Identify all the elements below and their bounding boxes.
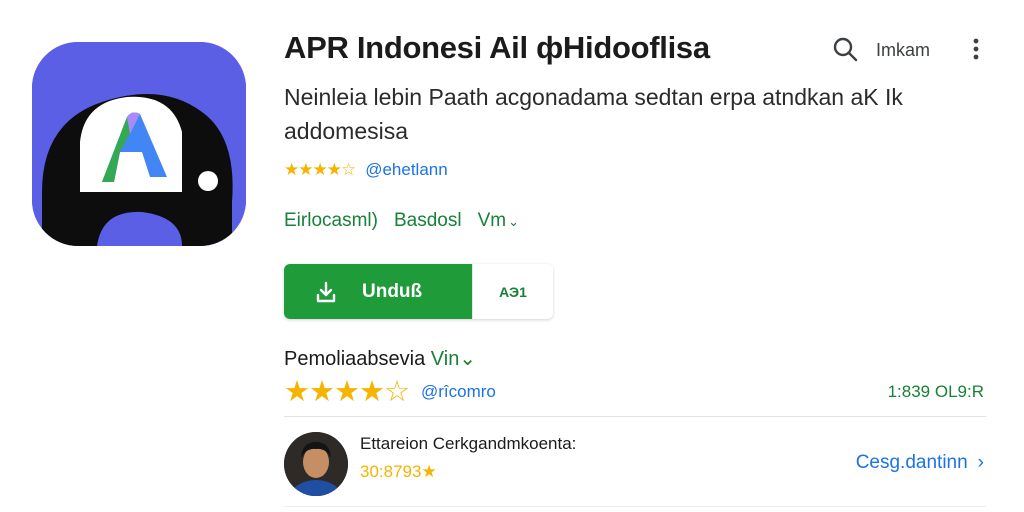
more-vert-icon[interactable] [966, 36, 986, 62]
ratings-title-text: Pemoliaabsevia [284, 348, 426, 370]
version-dropdown[interactable]: Vm ⌄ [478, 210, 519, 232]
developer-row: ★★★★☆ @ehetlann [284, 160, 448, 180]
install-button[interactable]: Unduß [284, 264, 472, 319]
review-title: Ettareion Cerkgandmkoenta: [360, 434, 577, 453]
section-divider [284, 416, 986, 417]
ratings-version-dropdown[interactable]: Vin⌄ [431, 348, 476, 370]
reviewer-avatar[interactable] [284, 432, 348, 496]
review-score: 30:8793★ [360, 462, 437, 481]
app-title: APR Indonesi Ail фHidooflisa [284, 30, 710, 65]
secondary-action-button[interactable]: AЭ1 [472, 264, 553, 319]
see-details-link[interactable]: Cesg.dantinn › [856, 452, 984, 474]
install-button-group: Unduß AЭ1 [284, 264, 553, 319]
install-label: Unduß [362, 280, 423, 302]
bottom-divider [284, 506, 986, 507]
chevron-down-icon: ⌄ [508, 214, 519, 229]
app-description: Neinleia lebin Paath acgonadama sedtan e… [284, 84, 903, 144]
developer-link[interactable]: @ehetlann [365, 160, 448, 180]
developer-stars: ★★★★☆ [284, 160, 356, 179]
chevron-right-icon: › [977, 452, 984, 473]
see-details-label: Cesg.dantinn [855, 452, 968, 473]
version-label: Vm [477, 210, 507, 231]
ratings-row: ★★★★☆ @rîcomro [284, 374, 496, 409]
avatar-image [284, 432, 348, 496]
app-logo-icon [32, 42, 246, 246]
ratings-link[interactable]: @rîcomro [421, 382, 496, 402]
publisher-label[interactable]: Basdosl [394, 210, 462, 232]
download-icon [316, 281, 336, 302]
app-meta-row: Eirlocasml) Basdosl Vm ⌄ [284, 210, 519, 232]
rating-stars: ★★★★☆ [284, 376, 410, 408]
rating-count: 1:839 OL9:R [887, 382, 984, 401]
header-link[interactable]: Imkam [876, 40, 930, 61]
category-label[interactable]: Eirlocasml) [284, 210, 378, 232]
app-icon [32, 42, 246, 246]
search-icon[interactable] [832, 36, 858, 62]
ratings-section-title: Pemoliaabsevia Vin⌄ [284, 346, 476, 371]
